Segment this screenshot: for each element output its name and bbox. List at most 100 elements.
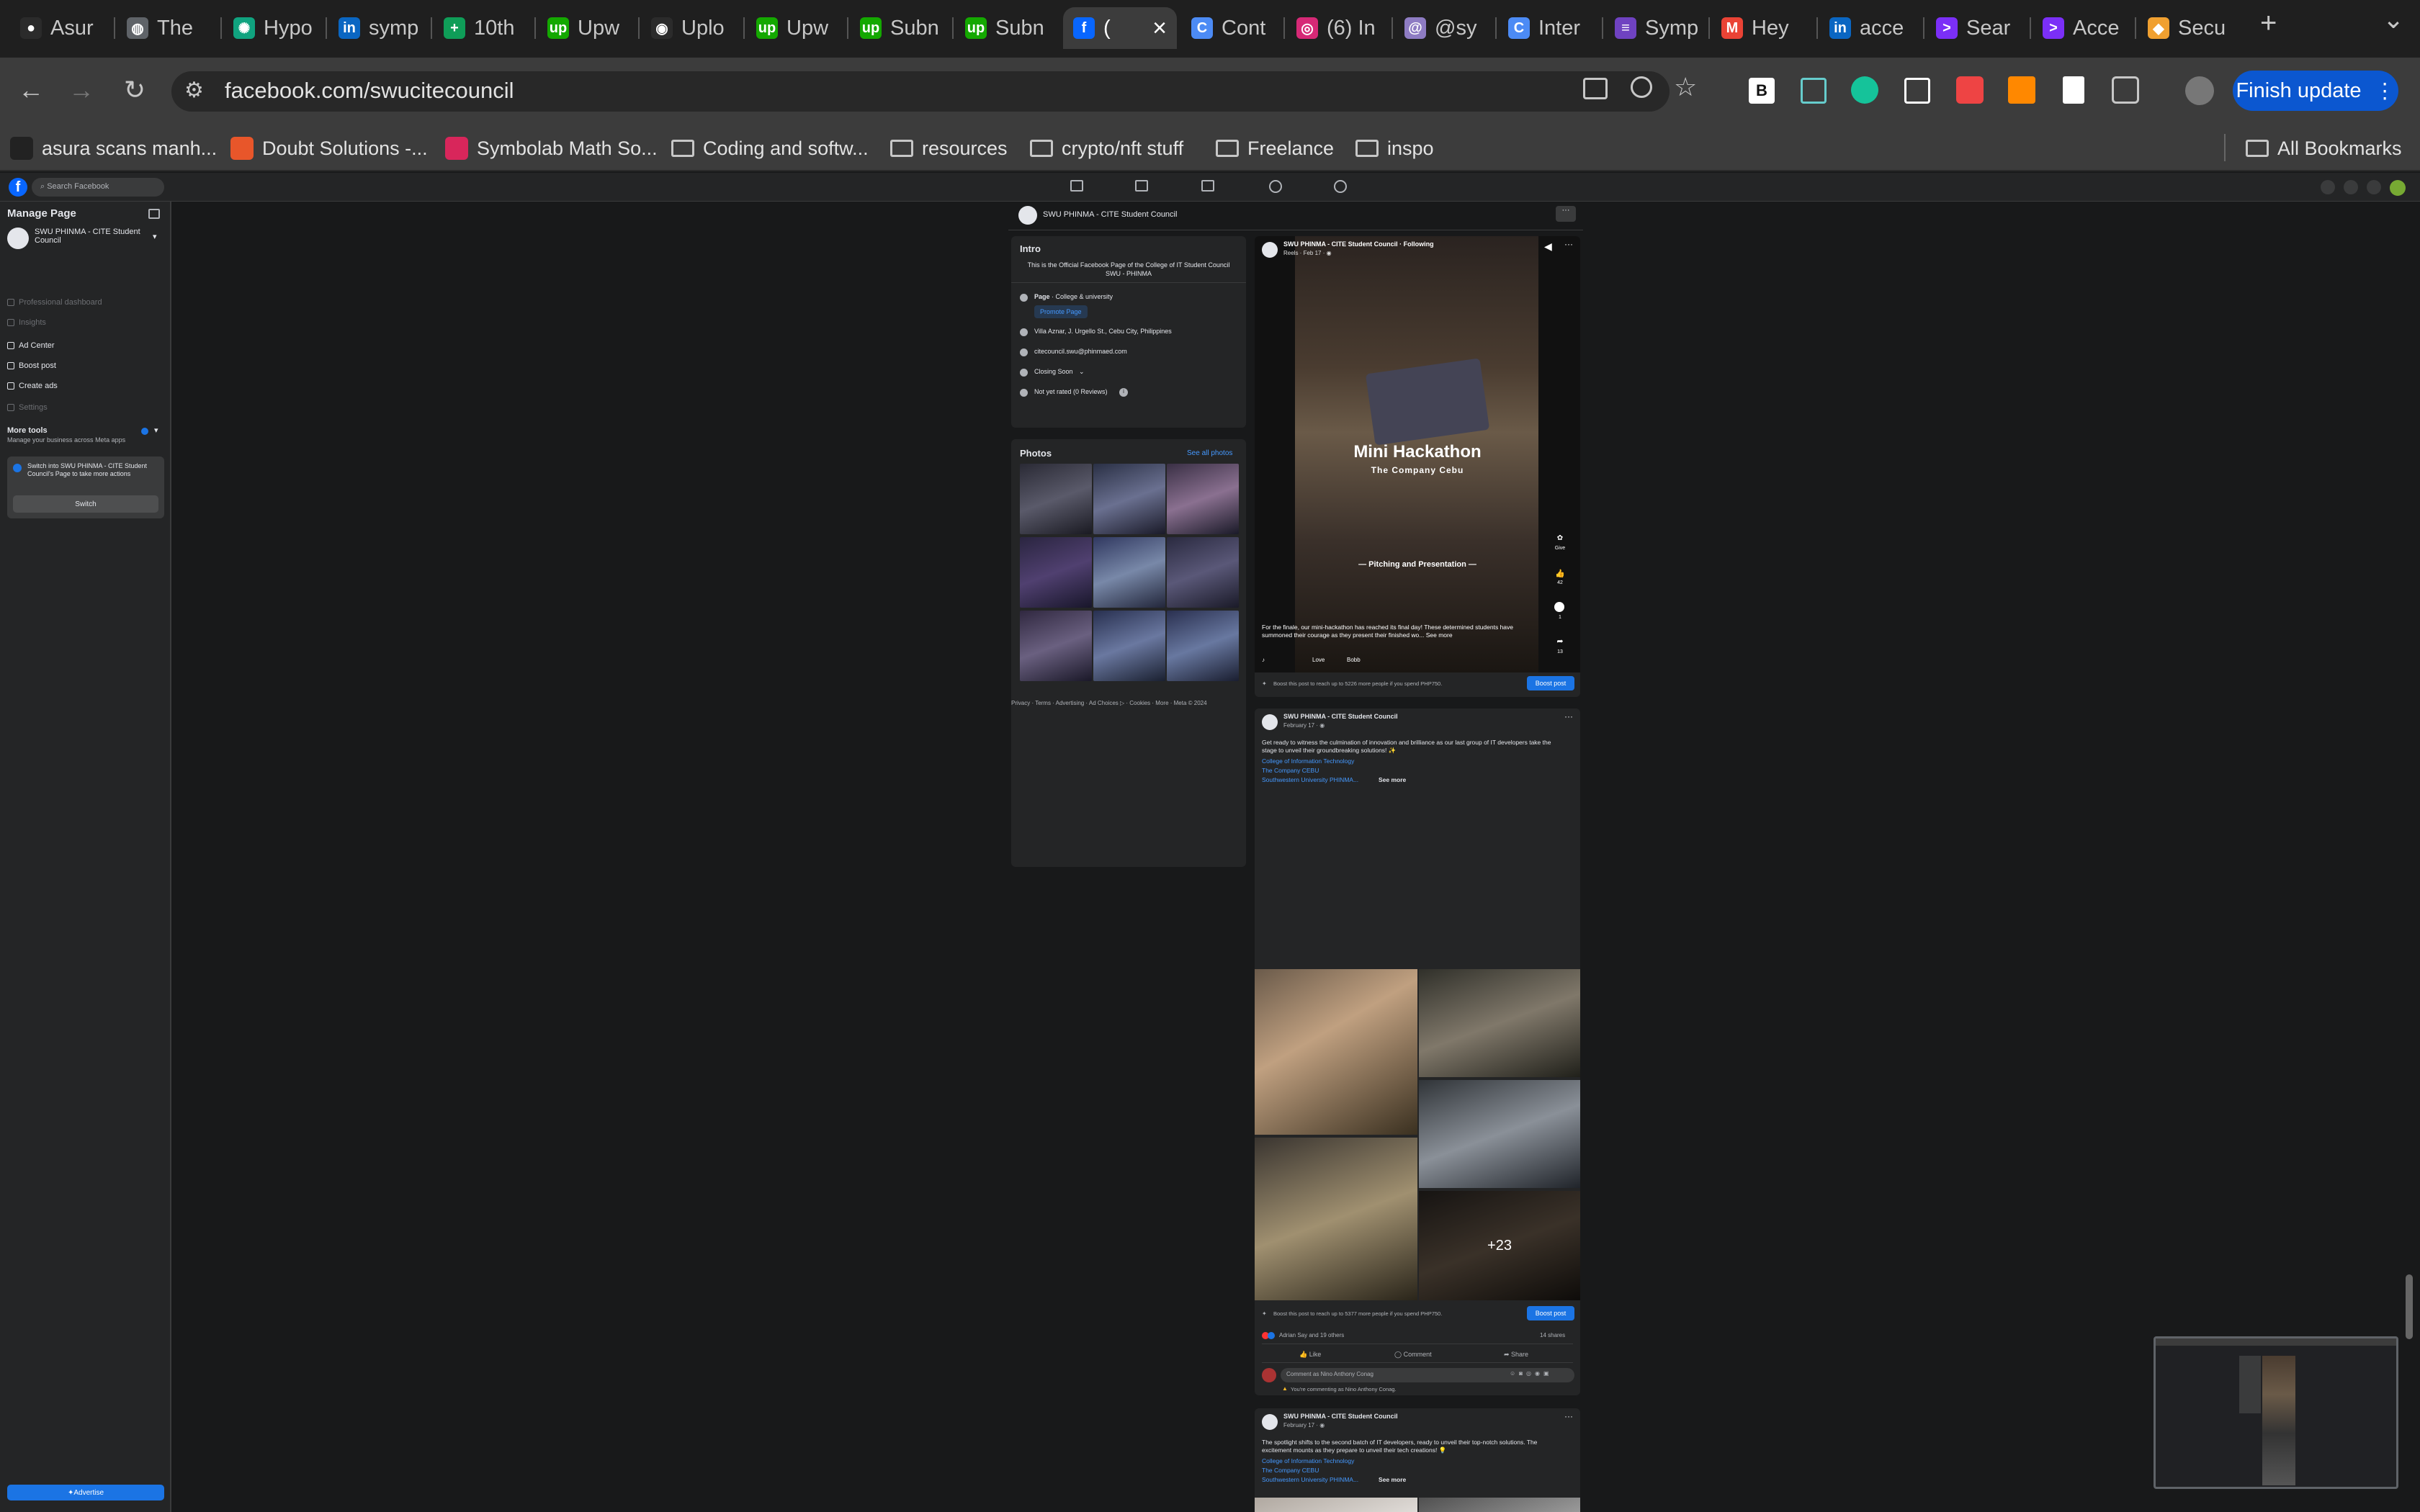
browser-tab[interactable]: in acce xyxy=(1819,7,1914,49)
browser-tab[interactable]: ◎ (6) In xyxy=(1286,7,1383,49)
chevron-down-icon[interactable]: ⌄ xyxy=(1079,368,1085,376)
post-author[interactable]: SWU PHINMA - CITE Student Council xyxy=(1283,1413,1398,1420)
tag-link[interactable]: College of Information Technology xyxy=(1262,757,1354,765)
bookmark-item[interactable]: Coding and softw... xyxy=(671,134,869,163)
notifications-icon[interactable] xyxy=(2367,180,2381,194)
see-more-link[interactable]: See more xyxy=(1379,776,1406,783)
forward-button[interactable]: → xyxy=(63,72,99,108)
post-more-icon[interactable]: ··· xyxy=(1564,711,1573,721)
site-info-icon[interactable]: ⚙ xyxy=(184,78,204,103)
photo-thumbnail[interactable] xyxy=(1167,537,1239,608)
browser-tab[interactable]: C Inter xyxy=(1498,7,1593,49)
post-photo[interactable] xyxy=(1255,969,1417,1135)
post-photo[interactable] xyxy=(1419,969,1580,1077)
see-all-photos-link[interactable]: See all photos xyxy=(1187,449,1232,457)
sidebar-item[interactable]: Insights xyxy=(7,318,46,327)
boost-post-button[interactable]: Boost post xyxy=(1527,1306,1574,1320)
facebook-search-input[interactable]: ⌕ Search Facebook xyxy=(32,178,164,197)
grammarly-icon[interactable] xyxy=(1851,76,1878,104)
browser-tab[interactable]: ◆ Secu xyxy=(2138,7,2234,49)
sidebar-item[interactable]: Settings xyxy=(7,403,48,412)
author-avatar[interactable] xyxy=(1262,1414,1278,1430)
browser-tab[interactable]: up Upw xyxy=(537,7,631,49)
browser-tab[interactable]: up Subn xyxy=(955,7,1053,49)
post-photo[interactable] xyxy=(1419,1080,1580,1188)
header-more-button[interactable]: ··· xyxy=(1556,206,1576,222)
volume-icon[interactable]: ◀ xyxy=(1544,240,1552,253)
tag-link[interactable]: Southwestern University PHINMA... xyxy=(1262,776,1358,783)
post-author[interactable]: SWU PHINMA - CITE Student Council xyxy=(1283,713,1398,720)
collapse-sidebar-icon[interactable] xyxy=(148,209,160,219)
browser-tab[interactable]: @ @sy xyxy=(1394,7,1488,49)
extension-arrow-icon[interactable] xyxy=(1956,76,1984,104)
like-button[interactable]: 👍 Like xyxy=(1299,1351,1321,1359)
tab-preview-thumbnail[interactable] xyxy=(2154,1336,2398,1489)
tag-link[interactable]: The Company CEBU xyxy=(1262,1467,1319,1474)
extensions-puzzle-icon[interactable] xyxy=(2112,76,2139,104)
browser-tab[interactable]: f (× xyxy=(1063,7,1177,49)
browser-tab[interactable]: M Hey xyxy=(1711,7,1808,49)
post-photo[interactable] xyxy=(1419,1498,1580,1512)
messenger-icon[interactable] xyxy=(2344,180,2358,194)
bookmark-item[interactable]: Symbolab Math So... xyxy=(445,134,658,163)
post-author[interactable]: SWU PHINMA - CITE Student Council · Foll… xyxy=(1283,240,1434,248)
promote-page-button[interactable]: Promote Page xyxy=(1034,305,1088,318)
share-button[interactable]: ➦ Share xyxy=(1504,1351,1528,1359)
reactions-summary[interactable]: Adrian Say and 19 others xyxy=(1279,1332,1344,1338)
marketplace-icon[interactable] xyxy=(1201,180,1214,192)
home-icon[interactable] xyxy=(1070,180,1083,192)
browser-tab[interactable]: up Upw xyxy=(746,7,840,49)
rating-info-icon[interactable]: i xyxy=(1119,388,1128,397)
post-photo[interactable] xyxy=(1255,1138,1417,1300)
comment-tools-icons[interactable]: ☺◙◎◉▣ xyxy=(1510,1370,1553,1377)
sidebar-item[interactable]: Create ads xyxy=(7,382,58,390)
browser-tab[interactable]: +10th xyxy=(434,7,527,49)
new-tab-button[interactable]: + xyxy=(2260,7,2277,40)
gift-icon[interactable]: ✿ xyxy=(1551,534,1569,542)
email-text[interactable]: citecouncil.swu@phinmaed.com xyxy=(1034,348,1127,355)
advertise-button[interactable]: ✦ Advertise xyxy=(7,1485,164,1500)
photo-thumbnail[interactable] xyxy=(1093,611,1165,681)
page-name[interactable]: SWU PHINMA - CITE Student Council xyxy=(35,228,143,245)
bookmark-item[interactable]: crypto/nft stuff xyxy=(1030,134,1183,163)
audio-title[interactable]: Love xyxy=(1312,657,1325,663)
sidebar-item[interactable]: Professional dashboard xyxy=(7,298,102,307)
browser-tab[interactable]: in symp xyxy=(328,7,424,49)
browser-tab[interactable]: C Cont xyxy=(1181,7,1275,49)
facebook-logo-icon[interactable]: f xyxy=(9,178,27,197)
like-icon[interactable]: 👍 xyxy=(1551,569,1569,578)
url-text[interactable]: facebook.com/swucitecouncil xyxy=(225,78,514,104)
bookmark-item[interactable]: Freelance xyxy=(1216,134,1334,163)
bookmark-item[interactable]: asura scans manh... xyxy=(10,134,217,163)
photo-thumbnail[interactable] xyxy=(1020,464,1092,534)
comment-icon[interactable] xyxy=(1554,602,1564,612)
groups-icon[interactable] xyxy=(1269,180,1282,193)
profile-avatar[interactable] xyxy=(2185,76,2214,105)
browser-tab[interactable]: > Acce xyxy=(2033,7,2126,49)
video-icon[interactable] xyxy=(1135,180,1148,192)
reel-video[interactable]: Mini Hackathon The Company Cebu — Pitchi… xyxy=(1255,236,1580,672)
more-tools-title[interactable]: More tools xyxy=(7,426,48,435)
extension-doc-icon[interactable] xyxy=(2063,76,2084,104)
account-avatar[interactable] xyxy=(2390,180,2406,196)
more-photos-count[interactable]: +23 xyxy=(1419,1191,1580,1300)
author-avatar[interactable] xyxy=(1262,242,1278,258)
install-app-icon[interactable] xyxy=(1583,78,1608,99)
extension-books-icon[interactable] xyxy=(2008,76,2035,104)
browser-tab[interactable]: ◉ Uplo xyxy=(641,7,736,49)
extension-b-icon[interactable]: B xyxy=(1749,78,1775,104)
switch-button[interactable]: Switch xyxy=(13,495,158,513)
comment-input[interactable]: Comment as Nino Anthony Conag ☺◙◎◉▣ xyxy=(1281,1368,1574,1382)
share-icon[interactable]: ➦ xyxy=(1551,636,1569,646)
photo-thumbnail[interactable] xyxy=(1167,611,1239,681)
sidebar-item[interactable]: Ad Center xyxy=(7,341,55,350)
close-tab-icon[interactable]: × xyxy=(1152,14,1167,42)
page-scrollbar-thumb[interactable] xyxy=(2406,1274,2413,1339)
gaming-icon[interactable] xyxy=(1334,180,1347,193)
back-button[interactable]: ← xyxy=(13,72,49,108)
header-page-name[interactable]: SWU PHINMA - CITE Student Council xyxy=(1043,210,1177,219)
browser-tab[interactable]: > Sear xyxy=(1926,7,2021,49)
post-more-icon[interactable]: ··· xyxy=(1564,1411,1573,1421)
zoom-icon[interactable] xyxy=(1631,76,1652,98)
browser-tab[interactable]: ● Asur xyxy=(10,7,105,49)
